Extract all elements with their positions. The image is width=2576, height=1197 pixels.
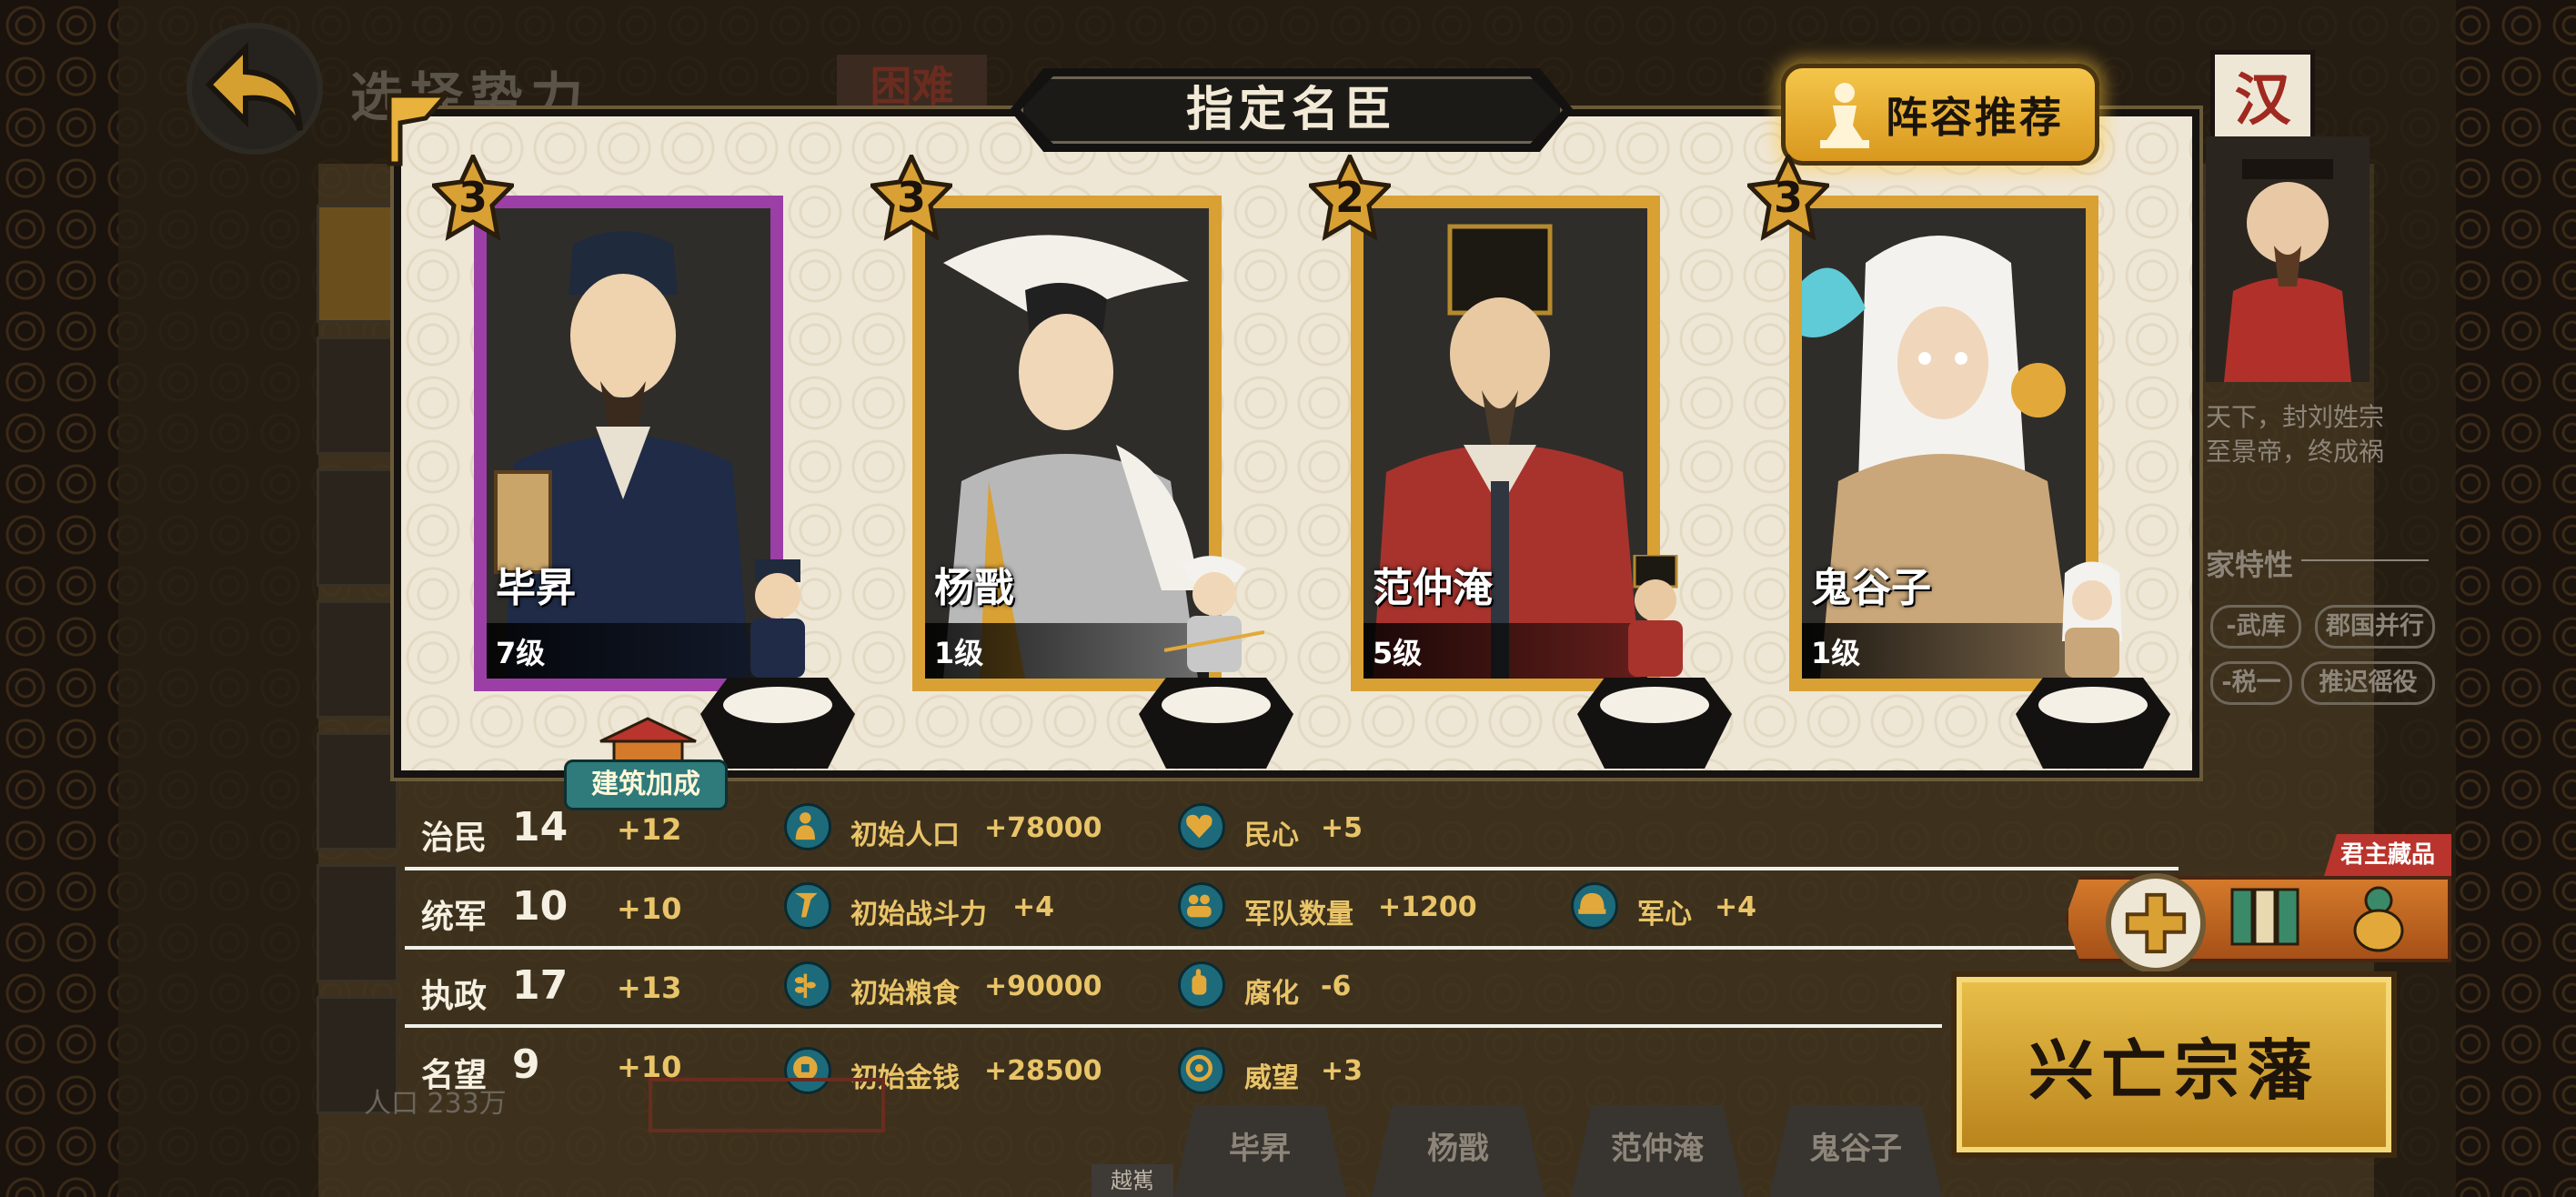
minister-name: 鬼谷子: [1811, 565, 1931, 611]
stat-value: 17: [512, 962, 569, 1009]
effect-value: +4: [1012, 891, 1055, 923]
divider: [405, 1024, 1942, 1028]
faction-name-box: [649, 1078, 885, 1132]
faction-list-item[interactable]: [317, 600, 398, 719]
grain-icon: [784, 961, 831, 1009]
pedestal: [1577, 678, 1732, 769]
stat-value: 9: [512, 1041, 540, 1088]
stat-label: 执政: [421, 978, 488, 1015]
star-count: 3: [458, 173, 488, 222]
stat-bonus: +12: [617, 812, 682, 847]
effect-value: -6: [1321, 971, 1352, 1002]
star-count: 3: [1773, 173, 1803, 222]
pedestal: [2016, 678, 2170, 769]
prestige-icon: [1178, 1047, 1225, 1094]
population-icon: [784, 803, 831, 850]
minister-tab-yangjian[interactable]: 杨戬: [1372, 1105, 1545, 1197]
trait-tag[interactable]: 推迟徭役: [2301, 661, 2435, 705]
faction-list-item[interactable]: [317, 732, 398, 850]
add-collection-button[interactable]: [2106, 873, 2206, 973]
minister-tab-bisheng[interactable]: 毕昇: [1173, 1105, 1346, 1197]
minister-level: 1级: [934, 636, 984, 670]
stat-bonus: +13: [617, 971, 682, 1005]
lineup-recommend-button[interactable]: 阵容推荐: [1781, 64, 2099, 166]
ruler-portrait: [2206, 136, 2370, 382]
folding-screen-icon[interactable]: [2229, 884, 2301, 950]
trait-tag[interactable]: -税一: [2210, 661, 2292, 705]
effect-label: 军队数量: [1244, 899, 1353, 930]
stat-label: 治民: [421, 820, 488, 857]
trait-tag[interactable]: 郡国并行: [2315, 605, 2435, 649]
effect-value: +1200: [1378, 891, 1477, 923]
effect-label: 初始人口: [850, 820, 960, 851]
effect-label: 军心: [1637, 899, 1692, 930]
pedestal: [700, 678, 855, 769]
effect-label: 威望: [1244, 1062, 1299, 1094]
effect-label: 腐化: [1244, 978, 1299, 1010]
back-button[interactable]: [186, 23, 323, 155]
stat-bonus: +10: [617, 891, 682, 926]
start-button[interactable]: 兴亡宗藩: [1951, 971, 2397, 1158]
building-bonus-button[interactable]: 建筑加成: [564, 759, 728, 810]
divider: [2301, 559, 2429, 561]
chess-piece-icon: [1820, 83, 1869, 148]
ruler-description: 天下，封刘姓宗 至景帝，终成祸: [2206, 402, 2385, 467]
chibi-yangjian: [1164, 556, 1264, 672]
effect-value: +3: [1321, 1055, 1363, 1087]
effect-value: +28500: [984, 1055, 1102, 1087]
minister-level: 5级: [1373, 636, 1423, 670]
effect-label: 初始粮食: [850, 978, 960, 1010]
faction-list-item[interactable]: [317, 468, 398, 587]
back-arrow-icon: [205, 41, 303, 131]
effect-value: +5: [1321, 812, 1363, 844]
chibi-guiguzi: [2062, 561, 2122, 678]
faction-list-item[interactable]: [317, 337, 398, 455]
panel-title: 指定名臣: [1185, 83, 1397, 137]
region-label: 越嶲: [1092, 1164, 1173, 1197]
effect-label: 初始战斗力: [850, 899, 987, 930]
plus-icon: [2125, 892, 2187, 954]
stat-value: 10: [512, 883, 569, 930]
population-count: 人口 233万: [364, 1088, 507, 1120]
faction-list-item[interactable]: [317, 205, 398, 323]
collection-tag: 君主藏品: [2324, 834, 2451, 876]
effect-value: +78000: [984, 812, 1102, 844]
star-count: 3: [896, 173, 926, 222]
heart-icon: [1178, 803, 1225, 850]
stat-label: 统军: [421, 899, 488, 936]
minister-name: 杨戬: [934, 565, 1014, 611]
faction-list-item[interactable]: [317, 864, 398, 982]
minister-tab-guiguzi[interactable]: 鬼谷子: [1769, 1105, 1942, 1197]
minister-tab-fanzhongyan[interactable]: 范仲淹: [1571, 1105, 1744, 1197]
helmet-icon: [1571, 882, 1618, 930]
weapon-icon: [784, 882, 831, 930]
trait-tag[interactable]: -武库: [2210, 605, 2301, 649]
chibi-fanzhongyan: [1628, 555, 1683, 677]
effect-value: +90000: [984, 971, 1102, 1002]
pedestal: [1139, 678, 1293, 769]
divider: [405, 946, 2179, 950]
minister-name: 范仲淹: [1373, 565, 1493, 611]
hand-icon: [1178, 961, 1225, 1009]
minister-name: 毕昇: [496, 565, 576, 611]
star-count: 2: [1334, 173, 1364, 222]
minister-level: 1级: [1811, 636, 1861, 670]
troops-icon: [1178, 882, 1225, 930]
stat-value: 14: [512, 804, 569, 850]
divider: [405, 867, 2179, 870]
gourd-icon[interactable]: [2342, 880, 2415, 953]
effect-label: 民心: [1244, 820, 1299, 851]
effect-value: +4: [1715, 891, 1757, 923]
traits-title: 家特性: [2206, 548, 2294, 582]
chibi-bisheng: [750, 559, 805, 678]
minister-level: 7级: [496, 636, 546, 670]
